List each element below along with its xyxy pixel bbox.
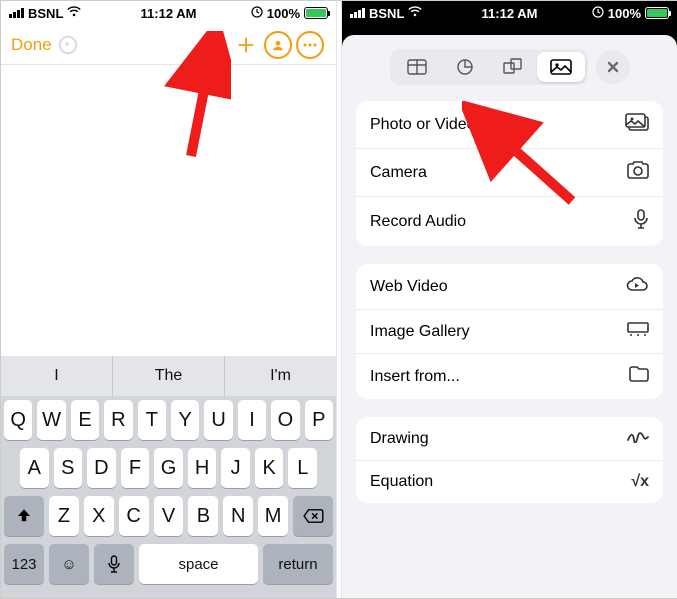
- insert-sheet: Photo or Video Camera Record Audio W: [342, 35, 677, 598]
- key[interactable]: W: [37, 400, 65, 440]
- menu-equation[interactable]: Equation √x: [356, 460, 663, 503]
- key[interactable]: S: [54, 448, 83, 488]
- key[interactable]: U: [204, 400, 232, 440]
- clock-label: 11:12 AM: [1, 6, 336, 21]
- menu-insert-from[interactable]: Insert from...: [356, 353, 663, 399]
- menu-label: Insert from...: [370, 368, 629, 386]
- key[interactable]: C: [119, 496, 149, 536]
- gallery-icon: [627, 322, 649, 341]
- seg-shapes-icon[interactable]: [489, 52, 537, 82]
- photo-video-icon: [625, 113, 649, 136]
- emoji-key[interactable]: ☺: [49, 544, 89, 584]
- undo-button[interactable]: [52, 29, 84, 61]
- key[interactable]: X: [84, 496, 114, 536]
- key[interactable]: J: [221, 448, 250, 488]
- key[interactable]: T: [138, 400, 166, 440]
- menu-label: Equation: [370, 473, 631, 491]
- key[interactable]: B: [188, 496, 218, 536]
- camera-icon: [627, 161, 649, 184]
- menu-label: Drawing: [370, 430, 627, 448]
- menu-label: Image Gallery: [370, 323, 627, 341]
- key[interactable]: K: [255, 448, 284, 488]
- key[interactable]: I: [238, 400, 266, 440]
- style-button[interactable]: [198, 29, 230, 61]
- status-bar: BSNL 11:12 AM 100%: [1, 1, 336, 25]
- battery-icon: [645, 7, 669, 19]
- menu-camera[interactable]: Camera: [356, 148, 663, 196]
- done-button[interactable]: Done: [11, 35, 52, 55]
- menu-photo-video[interactable]: Photo or Video: [356, 101, 663, 148]
- collaborate-button[interactable]: [262, 29, 294, 61]
- prediction-item[interactable]: I'm: [224, 356, 336, 396]
- key[interactable]: G: [154, 448, 183, 488]
- key[interactable]: E: [71, 400, 99, 440]
- menu-record-audio[interactable]: Record Audio: [356, 196, 663, 246]
- menu-label: Web Video: [370, 278, 625, 296]
- note-body[interactable]: [1, 65, 336, 365]
- menu-drawing[interactable]: Drawing: [356, 417, 663, 460]
- menu-label: Photo or Video: [370, 116, 625, 134]
- return-key[interactable]: return: [263, 544, 333, 584]
- menu-image-gallery[interactable]: Image Gallery: [356, 309, 663, 353]
- battery-icon: [304, 7, 328, 19]
- more-button[interactable]: [294, 29, 326, 61]
- shift-key[interactable]: [4, 496, 44, 536]
- prediction-item[interactable]: The: [112, 356, 224, 396]
- seg-charts-icon[interactable]: [441, 52, 489, 82]
- seg-media-icon[interactable]: [537, 52, 585, 82]
- prediction-bar: I The I'm: [1, 356, 336, 396]
- menu-web-video[interactable]: Web Video: [356, 264, 663, 309]
- right-screen: BSNL 11:12 AM 100%: [341, 1, 677, 598]
- add-button[interactable]: [230, 29, 262, 61]
- segmented-control: [356, 49, 663, 85]
- key[interactable]: N: [223, 496, 253, 536]
- mic-key[interactable]: [94, 544, 134, 584]
- key[interactable]: P: [305, 400, 333, 440]
- menu-section: Photo or Video Camera Record Audio: [356, 101, 663, 246]
- status-bar: BSNL 11:12 AM 100%: [342, 1, 677, 25]
- key[interactable]: D: [87, 448, 116, 488]
- mic-icon: [633, 209, 649, 234]
- prediction-item[interactable]: I: [1, 356, 112, 396]
- cloud-icon: [625, 276, 649, 297]
- clock-label: 11:12 AM: [342, 6, 677, 21]
- space-key[interactable]: space: [139, 544, 258, 584]
- menu-label: Record Audio: [370, 213, 633, 231]
- key[interactable]: R: [104, 400, 132, 440]
- key[interactable]: L: [288, 448, 317, 488]
- left-screen: BSNL 11:12 AM 100% Done: [1, 1, 337, 598]
- backspace-key[interactable]: [293, 496, 333, 536]
- sqrt-icon: √x: [631, 473, 649, 491]
- key[interactable]: A: [20, 448, 49, 488]
- note-toolbar: Done: [1, 25, 336, 65]
- folder-icon: [629, 366, 649, 387]
- key[interactable]: M: [258, 496, 288, 536]
- key[interactable]: O: [271, 400, 299, 440]
- close-button[interactable]: [596, 50, 630, 84]
- key[interactable]: F: [121, 448, 150, 488]
- seg-tables-icon[interactable]: [393, 52, 441, 82]
- key[interactable]: V: [154, 496, 184, 536]
- key[interactable]: Z: [49, 496, 79, 536]
- menu-section: Web Video Image Gallery Insert from...: [356, 264, 663, 399]
- key[interactable]: H: [188, 448, 217, 488]
- keyboard: I The I'm Q W E R T Y U I O P A S D F G …: [1, 356, 336, 598]
- key[interactable]: Y: [171, 400, 199, 440]
- numbers-key[interactable]: 123: [4, 544, 44, 584]
- key[interactable]: Q: [4, 400, 32, 440]
- scribble-icon: [627, 429, 649, 448]
- menu-section: Drawing Equation √x: [356, 417, 663, 503]
- menu-label: Camera: [370, 164, 627, 182]
